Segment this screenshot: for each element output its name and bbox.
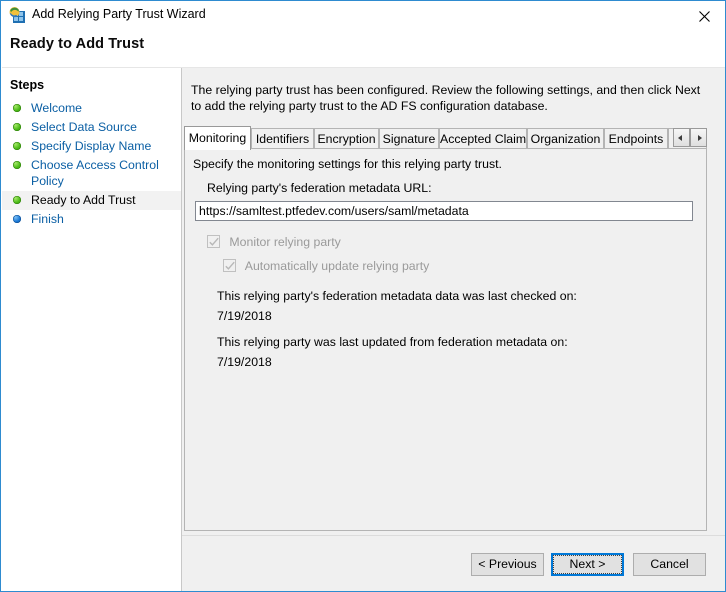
checkmark-icon [223, 259, 236, 272]
checkbox-label: Monitor relying party [229, 235, 341, 249]
monitor-relying-party-checkbox[interactable]: Monitor relying party [207, 235, 341, 249]
checkmark-icon [207, 235, 220, 248]
sidebar-item-ready-to-add-trust[interactable]: Ready to Add Trust [2, 191, 181, 210]
wizard-window: Add Relying Party Trust Wizard Ready to … [0, 0, 726, 592]
close-icon[interactable] [682, 1, 725, 29]
auto-update-relying-party-checkbox[interactable]: Automatically update relying party [223, 259, 429, 273]
triangle-right-icon[interactable] [690, 128, 707, 147]
sidebar-item-label: Select Data Source [31, 120, 137, 134]
cancel-button[interactable]: Cancel [633, 553, 706, 576]
last-updated-label: This relying party was last updated from… [217, 335, 568, 349]
step-bullet-icon [13, 161, 21, 169]
last-checked-value: 7/19/2018 [217, 309, 272, 323]
last-updated-value: 7/19/2018 [217, 355, 272, 369]
sidebar-item-label: Finish [31, 212, 64, 226]
steps-heading: Steps [10, 78, 45, 92]
next-button[interactable]: Next > [551, 553, 624, 576]
step-bullet-icon [13, 104, 21, 112]
sidebar-item-label: Specify Display Name [31, 139, 152, 153]
sidebar-item-choose-access-control-policy[interactable]: Choose Access Control Policy [2, 156, 181, 191]
monitoring-tab-panel: Specify the monitoring settings for this… [184, 148, 707, 531]
metadata-url-label: Relying party's federation metadata URL: [207, 181, 432, 195]
page-title: Ready to Add Trust [10, 36, 145, 52]
previous-button[interactable]: < Previous [471, 553, 544, 576]
metadata-url-input[interactable] [195, 201, 693, 221]
step-bullet-icon [13, 215, 21, 223]
sidebar-item-welcome[interactable]: Welcome [2, 99, 181, 118]
monitoring-instruction: Specify the monitoring settings for this… [193, 157, 502, 171]
step-bullet-icon [13, 123, 21, 131]
sidebar-item-label: Welcome [31, 101, 83, 115]
checkbox-label: Automatically update relying party [244, 259, 430, 273]
tab-accepted-claims[interactable]: Accepted Claims [439, 128, 527, 149]
last-checked-label: This relying party's federation metadata… [217, 289, 577, 303]
adfs-wizard-icon [9, 7, 25, 23]
step-bullet-icon [13, 196, 21, 204]
next-button-label: Next > [569, 557, 606, 571]
sidebar-item-specify-display-name[interactable]: Specify Display Name [2, 137, 181, 156]
window-title: Add Relying Party Trust Wizard [32, 7, 206, 21]
tab-organization[interactable]: Organization [527, 128, 604, 149]
page-header: Ready to Add Trust [2, 30, 725, 66]
tab-endpoints[interactable]: Endpoints [604, 128, 668, 149]
footer-bar: < Previous Next > Cancel [182, 536, 725, 591]
triangle-left-icon[interactable] [673, 128, 690, 147]
tab-scroll-buttons [673, 128, 707, 147]
settings-tab-control: Monitoring Identifiers Encryption Signat… [184, 126, 707, 531]
tab-identifiers[interactable]: Identifiers [251, 128, 314, 149]
tab-encryption[interactable]: Encryption [314, 128, 379, 149]
sidebar-item-label: Ready to Add Trust [31, 193, 136, 207]
tab-strip: Monitoring Identifiers Encryption Signat… [184, 126, 707, 150]
steps-list: Welcome Select Data Source Specify Displ… [2, 99, 181, 229]
main-panel: The relying party trust has been configu… [182, 68, 725, 591]
intro-text: The relying party trust has been configu… [191, 83, 701, 113]
sidebar-item-finish[interactable]: Finish [2, 210, 181, 229]
sidebar-item-select-data-source[interactable]: Select Data Source [2, 118, 181, 137]
title-bar: Add Relying Party Trust Wizard [1, 1, 725, 30]
tab-signature[interactable]: Signature [379, 128, 439, 149]
step-bullet-icon [13, 142, 21, 150]
steps-sidebar: Steps Welcome Select Data Source Specify… [2, 68, 182, 591]
sidebar-item-label: Choose Access Control Policy [31, 158, 159, 188]
tab-monitoring[interactable]: Monitoring [184, 126, 251, 150]
